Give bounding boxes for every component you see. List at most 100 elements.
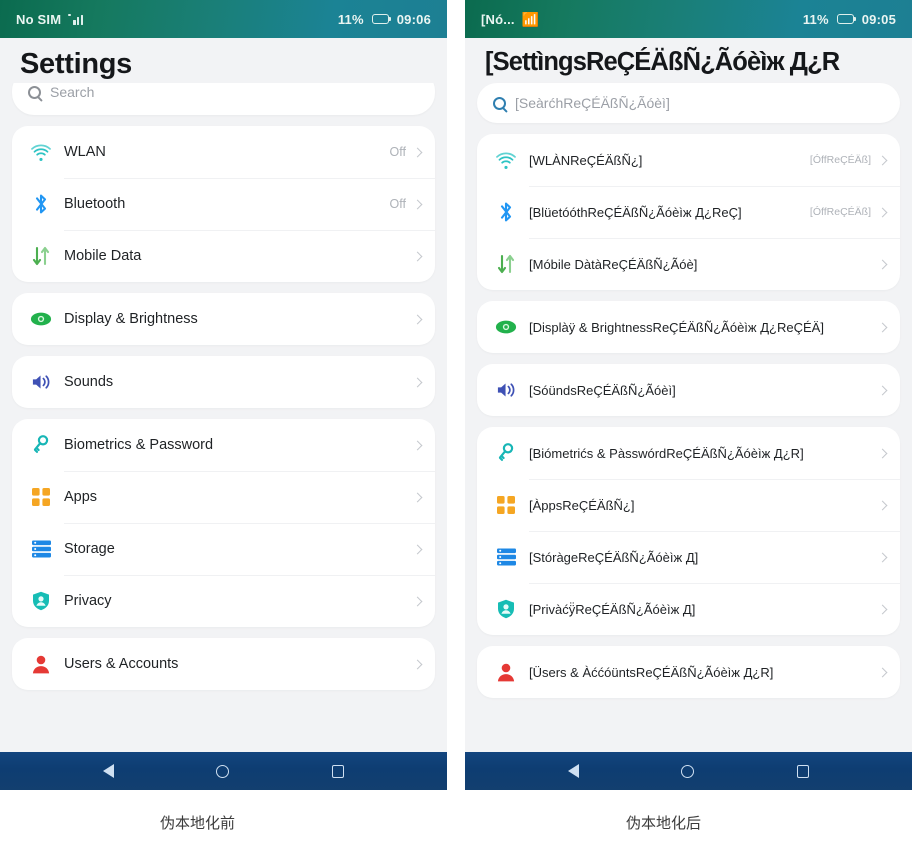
search-placeholder: Search [50,84,95,100]
phone-screenshot-before: No SIM 11% 09:06 Settings Search WLAN Off… [0,0,447,790]
caption-after: 伪本地化后 [626,814,702,832]
settings-screen: [SettìngsReÇÉÄßÑ¿Ãóèìж Д¿R [SeàrćhReÇÉÄß… [465,38,912,752]
back-icon[interactable] [103,764,115,778]
user-icon [26,655,56,674]
key-icon [26,435,56,455]
settings-row[interactable]: [Biómetrićs & PàsswórdReÇÉÄßÑ¿Ãóèìж Д¿R] [477,427,900,479]
settings-group-card: Biometrics & Password Apps Storage Priva… [12,419,435,627]
settings-row-label: Display & Brightness [64,311,198,327]
settings-list-right: [WLÀNReÇÉÄßÑ¿] [ÓffReÇÉÄß] [BlüetóóthReÇÉÄ… [477,134,900,698]
recents-icon[interactable] [796,764,809,778]
signal-bars-icon [68,13,87,25]
settings-row[interactable]: [Móbile DàtàReÇÉÄßÑ¿Ãóè] [477,238,900,290]
mobile-data-icon [26,246,56,266]
clock-label: 09:05 [861,11,896,27]
sound-icon [491,381,521,399]
bluetooth-icon [491,201,521,223]
settings-row[interactable]: Display & Brightness [12,293,435,345]
back-icon[interactable] [568,764,580,778]
display-icon [26,311,56,327]
settings-group-card: [SóündsReÇÉÄßÑ¿Ãóèì] [477,364,900,416]
privacy-icon [26,591,56,611]
settings-row[interactable]: Bluetooth Off [12,178,435,230]
home-icon[interactable] [216,764,230,778]
settings-list-left: WLAN Off Bluetooth Off Mobile Data Display &… [12,126,435,690]
settings-row[interactable]: Biometrics & Password [12,419,435,471]
settings-row[interactable]: [Privàćÿ̈ReÇÉÄßÑ¿Ãóèìж Д] [477,583,900,635]
chevron-right-icon [412,251,423,261]
chevron-right-icon [877,667,888,677]
settings-group-card: Display & Brightness [12,293,435,345]
settings-row[interactable]: Storage [12,523,435,575]
settings-row-label: Sounds [64,374,114,390]
clock-label: 09:06 [396,11,431,27]
settings-row-label: [SóündsReÇÉÄßÑ¿Ãóèì] [529,382,676,398]
settings-row[interactable]: WLAN Off [12,126,435,178]
settings-row[interactable]: [Displàÿ & BrightnessReÇÉÄßÑ¿Ãóèìж Д¿ReÇ… [477,301,900,353]
storage-icon [491,548,521,566]
home-icon[interactable] [681,764,695,778]
status-bar: [Nó... 📶 11% 09:05 [465,0,912,38]
chevron-right-icon [412,314,423,324]
settings-row-value: Off [389,145,406,159]
chevron-right-icon [877,552,888,562]
settings-row-label: Mobile Data [64,248,142,264]
chevron-right-icon [877,604,888,614]
settings-row-label: [StóràgeReÇÉÄßÑ¿Ãóèìж Д] [529,549,699,565]
settings-row-label: Users & Accounts [64,656,179,672]
settings-row[interactable]: Privacy [12,575,435,627]
apps-icon [26,488,56,506]
sound-icon [26,373,56,391]
settings-row-value: Off [389,197,406,211]
chevron-right-icon [877,322,888,332]
settings-row-label: [Üsers & ÀććóüntsReÇÉÄßÑ¿Ãóèìж Д¿R] [529,664,774,680]
privacy-icon [491,599,521,619]
settings-group-card: [Displàÿ & BrightnessReÇÉÄßÑ¿Ãóèìж Д¿ReÇ… [477,301,900,353]
user-icon [491,663,521,682]
apps-icon [491,496,521,514]
settings-row-label: Bluetooth [64,196,126,212]
settings-row[interactable]: [StóràgeReÇÉÄßÑ¿Ãóèìж Д] [477,531,900,583]
status-bar-right: 11% 09:05 [803,12,896,27]
search-placeholder: [SeàrćhReÇÉÄßÑ¿Ãóèì] [515,95,670,111]
settings-row[interactable]: [WLÀNReÇÉÄßÑ¿] [ÓffReÇÉÄß] [477,134,900,186]
settings-row[interactable]: Mobile Data [12,230,435,282]
settings-group-card: WLAN Off Bluetooth Off Mobile Data [12,126,435,282]
status-bar: No SIM 11% 09:06 [0,0,447,38]
search-input[interactable]: [SeàrćhReÇÉÄßÑ¿Ãóèì] [477,83,900,123]
settings-row[interactable]: [ÀppsReÇÉÄßÑ¿] [477,479,900,531]
settings-row-label: [WLÀNReÇÉÄßÑ¿] [529,152,643,168]
settings-row-label: [ÀppsReÇÉÄßÑ¿] [529,497,635,513]
page-title: [SettìngsReÇÉÄßÑ¿Ãóèìж Д¿R [485,48,840,76]
chevron-right-icon [877,448,888,458]
status-bar-right: 11% 09:06 [338,12,431,27]
settings-row[interactable]: Apps [12,471,435,523]
settings-row[interactable]: Sounds [12,356,435,408]
chevron-right-icon [877,500,888,510]
settings-group-card: [Üsers & ÀććóüntsReÇÉÄßÑ¿Ãóèìж Д¿R] [477,646,900,698]
page-title: Settings [12,38,435,83]
chevron-right-icon [412,544,423,554]
settings-row-label: [BlüetóóthReÇÉÄßÑ¿Ãóèìж Д¿ReÇ] [529,204,742,220]
settings-row[interactable]: Users & Accounts [12,638,435,690]
settings-row[interactable]: [Üsers & ÀććóüntsReÇÉÄßÑ¿Ãóèìж Д¿R] [477,646,900,698]
settings-row[interactable]: [SóündsReÇÉÄßÑ¿Ãóèì] [477,364,900,416]
carrier-label: [Nó... [481,11,515,27]
search-icon [28,85,41,99]
navigation-bar [0,752,447,790]
settings-row-label: Biometrics & Password [64,437,214,453]
recents-icon[interactable] [331,764,344,778]
chevron-right-icon [412,659,423,669]
settings-screen: Settings Search WLAN Off Bluetooth Off Mobi… [0,38,447,752]
settings-row[interactable]: [BlüetóóthReÇÉÄßÑ¿Ãóèìж Д¿ReÇ] [ÓffReÇÉÄß… [477,186,900,238]
chevron-right-icon [412,440,423,450]
signal-bars-icon: 📶 [521,11,540,27]
chevron-right-icon [877,385,888,395]
settings-row-label: [Privàćÿ̈ReÇÉÄßÑ¿Ãóèìж Д] [529,601,696,617]
settings-group-card: Users & Accounts [12,638,435,690]
settings-row-value: [ÓffReÇÉÄß] [809,154,871,166]
battery-percent-label: 11% [337,11,364,27]
settings-row-label: [Displàÿ & BrightnessReÇÉÄßÑ¿Ãóèìж Д¿ReÇ… [529,319,824,335]
wifi-icon [491,152,521,169]
navigation-bar [465,752,912,790]
